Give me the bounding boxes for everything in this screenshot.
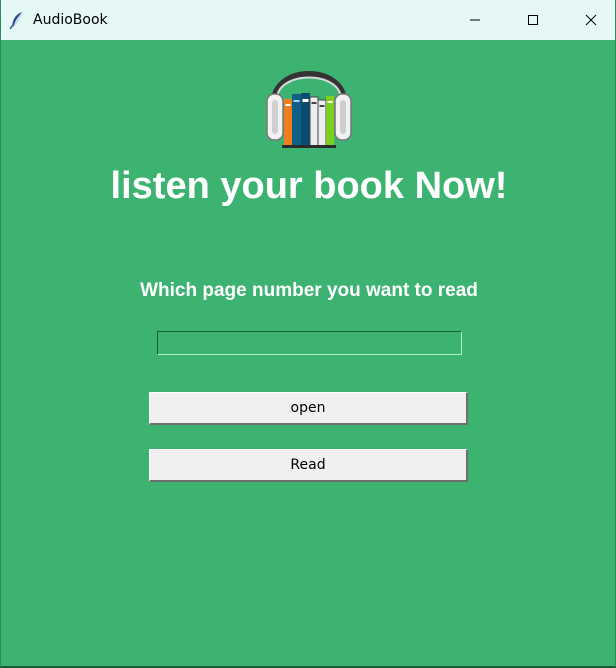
page-number-prompt: Which page number you want to read xyxy=(140,280,478,301)
title-bar[interactable]: AudioBook xyxy=(1,0,615,40)
audiobook-window: AudioBook listen your book Now! Which pa… xyxy=(0,0,616,668)
close-button[interactable] xyxy=(562,0,616,40)
headphones-books-icon xyxy=(264,44,354,152)
read-button[interactable]: Read xyxy=(149,449,468,482)
maximize-button[interactable] xyxy=(504,0,562,40)
close-icon xyxy=(585,14,597,26)
window-title: AudioBook xyxy=(33,12,108,28)
open-button[interactable]: open xyxy=(149,392,468,425)
feather-icon xyxy=(9,11,25,30)
minimize-icon xyxy=(469,14,481,26)
page-number-input[interactable] xyxy=(157,331,462,355)
maximize-icon xyxy=(527,14,539,26)
minimize-button[interactable] xyxy=(446,0,504,40)
headline: listen your book Now! xyxy=(110,165,508,207)
